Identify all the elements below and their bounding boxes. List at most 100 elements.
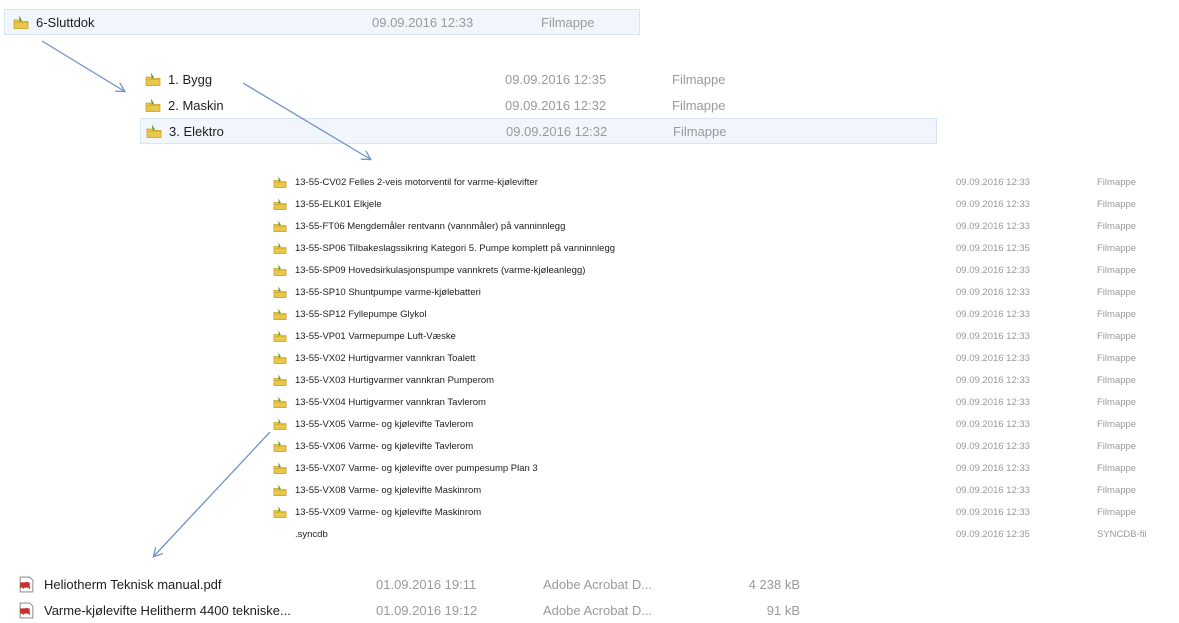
folder-icon xyxy=(273,396,287,408)
folder-row-level3[interactable]: 13-55-CV02 Felles 2-veis motorventil for… xyxy=(270,171,1175,193)
folder-row-level3[interactable]: 13-55-FT06 Mengdemåler rentvann (vannmål… xyxy=(270,215,1175,237)
folder-row-level3[interactable]: 13-55-SP12 Fyllepumpe Glykol 09.09.2016 1… xyxy=(270,303,1175,325)
date-modified: 01.09.2016 19:12 xyxy=(376,602,478,618)
file-type: Filmappe xyxy=(1097,198,1137,210)
file-name: Heliotherm Teknisk manual.pdf xyxy=(44,576,222,592)
folder-row-6-sluttdok[interactable]: 6-Sluttdok 09.09.2016 12:33 Filmappe xyxy=(4,9,640,35)
file-row-syncdb[interactable]: .syncdb 09.09.2016 12:35 SYNCDB-fil xyxy=(270,523,1175,545)
date-modified: 09.09.2016 12:33 xyxy=(956,374,1030,386)
folder-icon xyxy=(273,264,287,276)
folder-icon xyxy=(273,198,287,210)
folder-icon xyxy=(273,308,287,320)
date-modified: 09.09.2016 12:33 xyxy=(956,484,1030,496)
file-type: Adobe Acrobat D... xyxy=(543,576,653,592)
file-name: 13-55-VX03 Hurtigvarmer vannkran Pumpero… xyxy=(295,374,495,386)
file-type: Filmappe xyxy=(1097,176,1137,188)
date-modified: 01.09.2016 19:11 xyxy=(376,576,477,592)
date-modified: 09.09.2016 12:33 xyxy=(956,198,1030,210)
folder-icon xyxy=(146,124,162,138)
file-type: Filmappe xyxy=(1097,396,1137,408)
file-name: 6-Sluttdok xyxy=(36,14,95,30)
folder-row-level3[interactable]: 13-55-VX06 Varme- og kjølevifte Tavlerom… xyxy=(270,435,1175,457)
folder-icon xyxy=(13,15,29,29)
file-type: Filmappe xyxy=(673,123,727,139)
file-name: 13-55-VX02 Hurtigvarmer vannkran Toalett xyxy=(295,352,476,364)
file-type: Filmappe xyxy=(1097,418,1137,430)
file-name: 13-55-VX08 Varme- og kjølevifte Maskinro… xyxy=(295,484,482,496)
file-name: 13-55-SP10 Shuntpumpe varme-kjølebatteri xyxy=(295,286,481,298)
folder-icon xyxy=(273,484,287,496)
folder-row-level3[interactable]: 13-55-VP01 Varmepumpe Luft-Væske 09.09.20… xyxy=(270,325,1175,347)
folder-row-level3[interactable]: 13-55-VX08 Varme- og kjølevifte Maskinro… xyxy=(270,479,1175,501)
file-type: SYNCDB-fil xyxy=(1097,528,1147,540)
date-modified: 09.09.2016 12:33 xyxy=(956,396,1030,408)
folder-row-level3[interactable]: 13-55-SP09 Hovedsirkulasjonspumpe vannkr… xyxy=(270,259,1175,281)
file-type: Filmappe xyxy=(672,71,726,87)
folder-icon xyxy=(273,330,287,342)
date-modified: 09.09.2016 12:32 xyxy=(506,123,608,139)
file-type: Filmappe xyxy=(1097,374,1137,386)
file-name: 13-55-SP09 Hovedsirkulasjonspumpe vannkr… xyxy=(295,264,586,276)
folder-row-level3[interactable]: 13-55-VX04 Hurtigvarmer vannkran Tavlero… xyxy=(270,391,1175,413)
pdf-file-row[interactable]: Heliotherm Teknisk manual.pdf 01.09.2016 … xyxy=(18,571,810,597)
folder-row-level3[interactable]: 13-55-VX03 Hurtigvarmer vannkran Pumpero… xyxy=(270,369,1175,391)
file-name: 13-55-VX09 Varme- og kjølevifte Maskinro… xyxy=(295,506,482,518)
date-modified: 09.09.2016 12:35 xyxy=(505,71,607,87)
date-modified: 09.09.2016 12:33 xyxy=(956,462,1030,474)
date-modified: 09.09.2016 12:33 xyxy=(956,286,1030,298)
file-name: 13-55-ELK01 Elkjele xyxy=(295,198,382,210)
folder-row-level3[interactable]: 13-55-SP06 Tilbakeslagssikring Kategori … xyxy=(270,237,1175,259)
file-type: Filmappe xyxy=(1097,286,1137,298)
date-modified: 09.09.2016 12:33 xyxy=(956,506,1030,518)
pdf-icon xyxy=(19,602,34,618)
date-modified: 09.09.2016 12:35 xyxy=(956,242,1030,254)
file-type: Filmappe xyxy=(1097,506,1137,518)
file-type: Filmappe xyxy=(1097,462,1137,474)
file-size: 4 238 kB xyxy=(748,576,800,592)
folder-row-level3[interactable]: 13-55-VX09 Varme- og kjølevifte Maskinro… xyxy=(270,501,1175,523)
folder-row-level2[interactable]: 3. Elektro 09.09.2016 12:32 Filmappe xyxy=(140,118,937,144)
folder-icon xyxy=(273,220,287,232)
date-modified: 09.09.2016 12:32 xyxy=(505,97,607,113)
file-type: Filmappe xyxy=(1097,352,1137,364)
file-type: Adobe Acrobat D... xyxy=(543,602,653,618)
folder-icon xyxy=(273,176,287,188)
folder-icon xyxy=(273,242,287,254)
folder-icon xyxy=(273,374,287,386)
file-name: 13-55-VP01 Varmepumpe Luft-Væske xyxy=(295,330,456,342)
file-name: 1. Bygg xyxy=(168,71,213,87)
folder-row-level3[interactable]: 13-55-VX02 Hurtigvarmer vannkran Toalett… xyxy=(270,347,1175,369)
folder-row-level3[interactable]: 13-55-SP10 Shuntpumpe varme-kjølebatteri… xyxy=(270,281,1175,303)
file-name: .syncdb xyxy=(295,528,328,540)
folder-icon xyxy=(273,418,287,430)
date-modified: 09.09.2016 12:33 xyxy=(956,176,1030,188)
folder-icon xyxy=(145,72,161,86)
file-name: 13-55-SP06 Tilbakeslagssikring Kategori … xyxy=(295,242,616,254)
folder-icon xyxy=(145,98,161,112)
file-type: Filmappe xyxy=(1097,308,1137,320)
file-type: Filmappe xyxy=(1097,330,1137,342)
folder-row-level2[interactable]: 1. Bygg 09.09.2016 12:35 Filmappe xyxy=(140,66,937,92)
arrow-3 xyxy=(154,431,271,556)
pdf-file-row[interactable]: Varme-kjølevifte Helitherm 4400 tekniske… xyxy=(18,597,810,623)
file-name: 13-55-VX04 Hurtigvarmer vannkran Tavlero… xyxy=(295,396,486,408)
folder-row-level3[interactable]: 13-55-VX05 Varme- og kjølevifte Tavlerom… xyxy=(270,413,1175,435)
folder-row-level3[interactable]: 13-55-VX07 Varme- og kjølevifte over pum… xyxy=(270,457,1175,479)
file-name: 13-55-VX06 Varme- og kjølevifte Tavlerom xyxy=(295,440,474,452)
file-name: 13-55-CV02 Felles 2-veis motorventil for… xyxy=(295,176,538,188)
arrow-1 xyxy=(41,40,124,91)
date-modified: 09.09.2016 12:33 xyxy=(372,14,474,30)
file-type: Filmappe xyxy=(541,14,595,30)
file-name: 13-55-SP12 Fyllepumpe Glykol xyxy=(295,308,427,320)
folder-icon xyxy=(273,352,287,364)
pdf-icon xyxy=(19,576,34,592)
folder-row-level2[interactable]: 2. Maskin 09.09.2016 12:32 Filmappe xyxy=(140,92,937,118)
date-modified: 09.09.2016 12:33 xyxy=(956,418,1030,430)
file-name: 3. Elektro xyxy=(169,123,224,139)
file-type: Filmappe xyxy=(1097,264,1137,276)
file-type: Filmappe xyxy=(1097,484,1137,496)
file-type: Filmappe xyxy=(672,97,726,113)
folder-icon xyxy=(273,286,287,298)
file-name: 13-55-FT06 Mengdemåler rentvann (vannmål… xyxy=(295,220,566,232)
folder-row-level3[interactable]: 13-55-ELK01 Elkjele 09.09.2016 12:33 Filma… xyxy=(270,193,1175,215)
